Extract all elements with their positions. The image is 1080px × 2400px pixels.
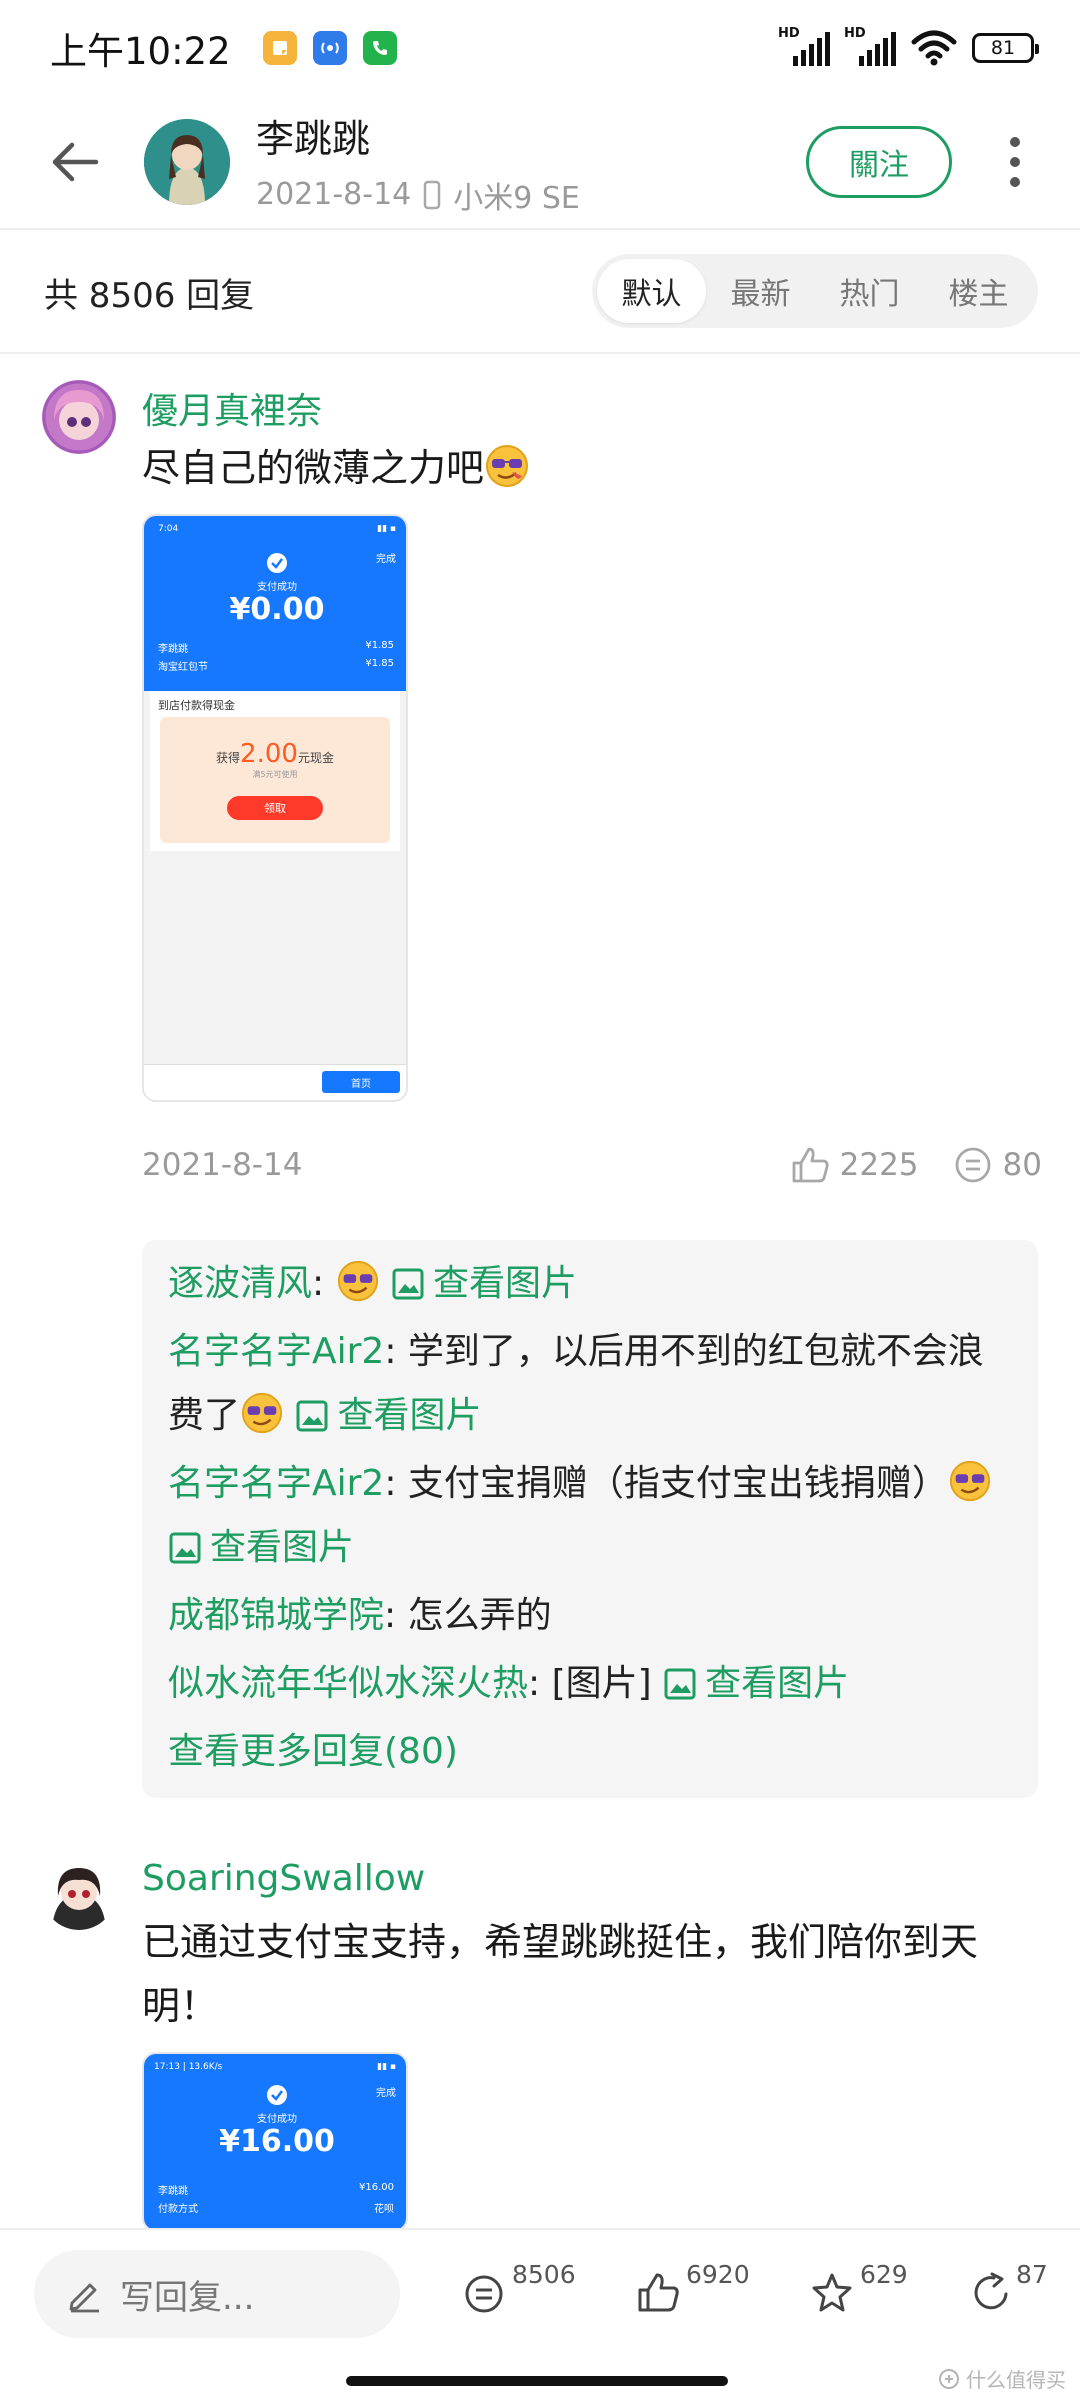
sub-reply[interactable]: 逐波清风: 查看图片 (168, 1252, 1012, 1316)
broadcast-app-icon (312, 31, 347, 65)
share-icon (974, 2272, 1008, 2310)
phone-app-icon (362, 31, 397, 65)
device-name: 小米9 SE (453, 180, 580, 216)
favorite-action[interactable]: 629 (810, 2260, 920, 2330)
comment-icon (465, 2275, 503, 2313)
follow-button[interactable]: 關注 (806, 126, 952, 198)
home-indicator[interactable] (346, 2376, 728, 2386)
reply-count: 共 8506 回复 (44, 275, 255, 316)
view-image-link[interactable]: 查看图片 (168, 1527, 354, 1568)
view-image-link[interactable]: 查看图片 (295, 1395, 481, 1436)
author-name[interactable]: 李跳跳 (256, 108, 580, 163)
reply-summary-bar: 共 8506 回复 默认 最新 热门 楼主 (0, 232, 1080, 352)
status-bar: 上午10:22 HD HD 81 (0, 0, 1080, 96)
reply-button[interactable]: 80 (953, 1145, 1042, 1185)
cool-face-emoji-icon (486, 445, 529, 487)
cool-face-emoji-icon (949, 1460, 991, 1502)
back-arrow-icon (52, 142, 99, 182)
signal-1-icon: HD (778, 26, 830, 68)
image-icon (664, 1668, 696, 1700)
sub-replies-box: 逐波清风: 查看图片 名字名字Air2: 学到了，以后用不到的红包就不会浪费了 … (142, 1240, 1038, 1798)
comment-date: 2021-8-14 (142, 1147, 303, 1183)
like-post-action[interactable]: 6920 (636, 2260, 750, 2330)
post-header: 李跳跳 2021-8-14 小米9 SE 關注 (0, 96, 1080, 228)
sub-reply[interactable]: 名字名字Air2: 学到了，以后用不到的红包就不会浪费了 查看图片 (168, 1320, 1012, 1448)
commenter-name[interactable]: 優月真裡奈 (142, 382, 322, 434)
sort-tab-latest[interactable]: 最新 (706, 259, 815, 323)
view-image-link[interactable]: 查看图片 (391, 1263, 577, 1304)
thumbs-up-icon (792, 1147, 829, 1183)
comments-count: 8506 (512, 2260, 576, 2289)
watermark: 什么值得买 (938, 2364, 1066, 2393)
comment-icon (955, 1147, 990, 1183)
view-more-replies-link[interactable]: 查看更多回复(80) (168, 1720, 1012, 1784)
like-count: 2225 (839, 1147, 919, 1183)
cool-face-emoji-icon (241, 1392, 283, 1434)
view-image-link[interactable]: 查看图片 (663, 1663, 849, 1704)
signal-2-icon: HD (844, 26, 896, 68)
pencil-icon (69, 2283, 99, 2313)
sub-reply[interactable]: 似水流年华似水深火热: [图片] 查看图片 (168, 1652, 1012, 1716)
wifi-icon (911, 30, 957, 66)
sort-tabs: 默认 最新 热门 楼主 (592, 254, 1038, 328)
commenter-avatar[interactable] (42, 1856, 116, 1930)
image-icon (392, 1268, 424, 1300)
comment-text: 已通过支付宝支持，希望跳跳挺住，我们陪你到天明！ (142, 1920, 979, 2028)
image-icon (296, 1400, 328, 1432)
header-divider (0, 228, 1080, 230)
sort-tab-hot[interactable]: 热门 (815, 259, 924, 323)
thumbs-up-icon (638, 2273, 679, 2312)
status-time: 上午10:22 (50, 30, 231, 73)
more-options-icon[interactable] (990, 126, 1040, 198)
comment-meta: 2021-8-14 2225 80 (142, 1140, 1042, 1190)
battery-indicator: 81 (972, 33, 1039, 63)
cool-face-emoji-icon (337, 1260, 378, 1302)
sort-tab-op[interactable]: 楼主 (924, 259, 1033, 323)
sort-divider (0, 352, 1080, 354)
likes-count: 6920 (686, 2260, 750, 2289)
comment-image[interactable]: 17:13 | 13.6K/s ▮▮ ▪ 完成 支付成功 ¥16.00 李跳跳 ¥… (142, 2052, 408, 2232)
sub-reply[interactable]: 名字名字Air2: 支付宝捐赠（指支付宝出钱捐赠） 查看图片 (168, 1452, 1012, 1580)
comments-action[interactable]: 8506 (462, 2260, 576, 2330)
sort-tab-default[interactable]: 默认 (597, 259, 706, 323)
post-date: 2021-8-14 (256, 177, 412, 212)
image-icon (169, 1532, 201, 1564)
commenter-name[interactable]: SoaringSwallow (142, 1858, 425, 1899)
reply-input[interactable]: 写回复... (34, 2250, 400, 2338)
share-action[interactable]: 87 (970, 2260, 1080, 2330)
back-button[interactable] (30, 117, 120, 207)
notes-app-icon (262, 31, 297, 65)
like-button[interactable]: 2225 (790, 1145, 919, 1185)
phone-device-icon (424, 180, 441, 209)
watermark-logo-icon (939, 2368, 959, 2389)
comment-text: 尽自己的微薄之力吧 (142, 436, 1022, 500)
commenter-avatar[interactable] (42, 380, 116, 454)
comment-image[interactable]: 7:04 ▮▮ ▪ 完成 支付成功 ¥0.00 李跳跳 ¥1.85 淘宝红包节 ¥1… (142, 514, 408, 1102)
shares-count: 87 (1016, 2260, 1048, 2289)
bottom-action-bar: 写回复... 8506 6920 629 87 什么值得买 (0, 2228, 1080, 2400)
reply-placeholder: 写回复... (120, 2277, 255, 2318)
star-icon (812, 2273, 852, 2312)
alipay-check-icon (267, 553, 287, 573)
reply-count-small: 80 (1002, 1147, 1042, 1183)
alipay-check-icon (267, 2085, 287, 2105)
sub-reply[interactable]: 成都锦城学院: 怎么弄的 (168, 1584, 1012, 1648)
author-avatar[interactable] (144, 119, 230, 205)
stars-count: 629 (860, 2260, 908, 2289)
